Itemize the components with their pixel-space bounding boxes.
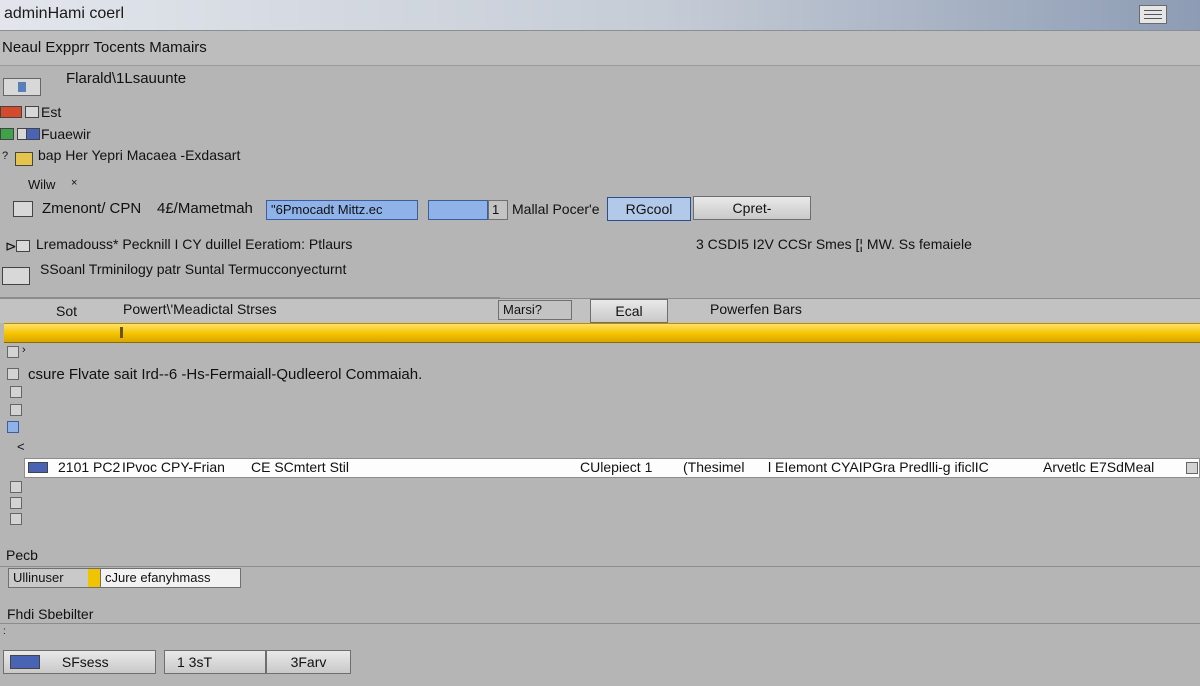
info-right-text: 3 CSDI5 I2V CCSr Smes [¦ MW. Ss femaiele <box>696 236 972 252</box>
selected-button[interactable]: RGcool <box>607 197 691 221</box>
page-button[interactable]: 1 3sT <box>164 650 266 674</box>
sub-option-arrow[interactable]: × <box>71 177 77 189</box>
row-checkbox[interactable] <box>10 386 22 398</box>
path-tag-mark <box>88 569 100 587</box>
option-item-expert[interactable]: bap Her Yepri Macaea -Exdasart <box>38 147 240 163</box>
row-status: CUlepiect 1 <box>580 459 653 475</box>
sort-label[interactable]: Sot <box>56 303 77 319</box>
window-title: adminHami coerl <box>4 5 125 22</box>
sub-option-label: Wilw <box>28 177 56 192</box>
list-description: csure Flvate sait Ird--6 -Hs-Fermaiall-Q… <box>28 366 423 383</box>
option-item-fuaewir[interactable]: Fuaewir <box>41 126 91 142</box>
path-tag[interactable]: Ullinuser <box>8 568 100 588</box>
option-checkbox[interactable] <box>25 106 39 118</box>
cpret-button-label: Cpret- <box>732 200 772 216</box>
blue-square-icon <box>26 128 40 140</box>
progress-bar-marker <box>120 327 123 338</box>
path-label: Pecb <box>6 547 38 563</box>
row-category: (Thesimel <box>683 459 745 475</box>
number-field[interactable]: 1 <box>488 200 508 220</box>
status-button-label: SFsess <box>61 654 109 670</box>
row-checkbox[interactable] <box>10 513 22 525</box>
row-checkbox[interactable] <box>7 346 19 358</box>
selected-button-label: RGcool <box>625 201 673 217</box>
save-icon <box>10 655 40 669</box>
info-arrow-icon: ⊳ <box>5 238 17 254</box>
cpret-button[interactable]: Cpret- <box>693 196 811 220</box>
value-label: 4£/Mametmah <box>157 200 253 217</box>
row-name: IPvoc CPY-Frian <box>122 459 225 475</box>
row-end-checkbox[interactable] <box>1186 462 1198 474</box>
page-button-label: 1 3sT <box>177 654 213 670</box>
column-header-left[interactable]: Powert\'Meadictal Strses <box>123 301 277 317</box>
mode-field-value: Marsi? <box>503 302 543 317</box>
row-checkbox[interactable] <box>10 497 22 509</box>
computer-icon <box>13 201 33 217</box>
options-heading: Flarald\1Lsauunte <box>66 70 187 87</box>
window-menu-icon[interactable] <box>1139 5 1167 24</box>
menu-items[interactable]: Neaul Expprr Tocents Mamairs <box>2 39 207 56</box>
more-button[interactable]: 3Farv <box>266 650 351 674</box>
expand-arrow-icon[interactable]: < <box>17 439 25 454</box>
document-icon-mark <box>18 82 26 92</box>
row-checkbox[interactable] <box>7 368 19 380</box>
path-input-value: cJure efanyhmass <box>105 570 211 585</box>
footer-divider <box>0 623 1200 624</box>
menu-bar: Neaul Expprr Tocents Mamairs <box>0 31 1200 66</box>
green-flag-icon <box>0 128 14 140</box>
row-checkbox-selected[interactable] <box>7 421 19 433</box>
component-label: Zmenont/ CPN <box>42 200 142 217</box>
expander-icon[interactable]: ? <box>2 150 8 162</box>
mode-field[interactable]: Marsi? <box>498 300 572 320</box>
row-id: 2101 PC2 <box>58 459 121 475</box>
row-type: CE SCmtert Stil <box>251 459 350 475</box>
title-bar: adminHami coerl <box>0 0 1200 31</box>
row-icon <box>28 462 48 473</box>
column-header-right[interactable]: Powerfen Bars <box>710 301 802 317</box>
field-spacer <box>428 200 488 220</box>
mode-label: Mallal Pocer'e <box>512 201 600 217</box>
component-field-value: "6Pmocadt Mittz.ec <box>271 202 383 217</box>
red-flag-icon <box>0 106 22 118</box>
end-button[interactable]: Ecal <box>590 299 668 323</box>
component-field[interactable]: "6Pmocadt Mittz.ec <box>266 200 418 220</box>
doc-yellow-icon <box>15 152 33 166</box>
more-button-label: 3Farv <box>290 654 327 670</box>
progress-bar <box>4 323 1200 343</box>
row-amount: Arvetlc E7SdMeal <box>1043 459 1155 475</box>
path-tag-label: Ullinuser <box>13 570 64 585</box>
row-detail: l EIemont CYAIPGra Predlli-g ificlIC <box>768 459 989 475</box>
link-icon <box>2 267 30 285</box>
end-button-label: Ecal <box>615 303 643 319</box>
row-checkbox[interactable] <box>10 481 22 493</box>
status-button[interactable]: SFsess <box>3 650 156 674</box>
stats-label: Fhdi Sbebilter <box>7 606 94 622</box>
path-input[interactable]: cJure efanyhmass <box>100 568 241 588</box>
row-expander[interactable]: › <box>22 344 26 356</box>
number-field-value: 1 <box>492 202 500 217</box>
option-item-est[interactable]: Est <box>41 104 61 120</box>
row-checkbox[interactable] <box>10 404 22 416</box>
info-left-text: Lremadouss* Pecknill I CY duillel Eerati… <box>36 236 353 252</box>
terminology-text: SSoanl Trminilogy patr Suntal Termuccony… <box>40 261 347 277</box>
path-divider <box>0 566 1200 567</box>
info-box-icon <box>16 240 30 252</box>
footer-marker: : <box>3 626 6 637</box>
